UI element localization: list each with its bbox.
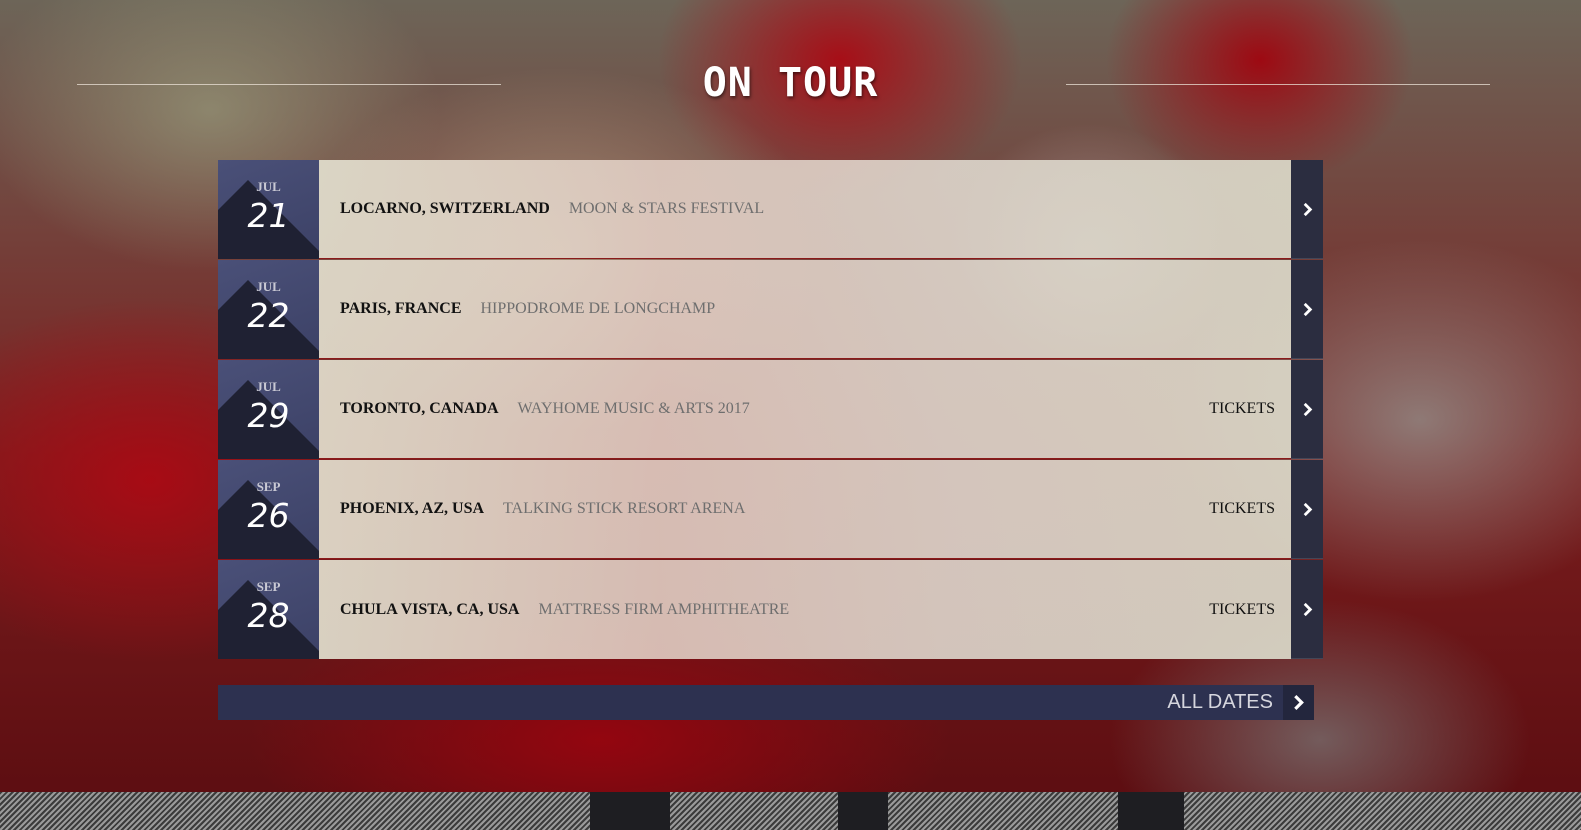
event-city: PARIS, FRANCE (340, 300, 462, 317)
event-info: CHULA VISTA, CA, USA MATTRESS FIRM AMPHI… (319, 560, 1291, 659)
tour-dates-list: JUL 21 LOCARNO, SWITZERLAND MOON & STARS… (218, 160, 1323, 660)
date-day: 28 (247, 596, 290, 635)
tour-date-row[interactable]: JUL 22 PARIS, FRANCE HIPPODROME DE LONGC… (218, 260, 1323, 359)
date-badge: SEP 28 (218, 560, 319, 659)
date-month: SEP (256, 479, 281, 494)
event-details-button[interactable] (1291, 560, 1323, 659)
event-venue: WAYHOME MUSIC & ARTS 2017 (517, 400, 750, 417)
section-header: ON TOUR (0, 58, 1581, 112)
title-divider-right (1066, 84, 1490, 85)
tour-date-row[interactable]: SEP 28 CHULA VISTA, CA, USA MATTRESS FIR… (218, 560, 1323, 659)
event-city: CHULA VISTA, CA, USA (340, 600, 520, 618)
chevron-right-icon (1303, 202, 1312, 216)
event-details-button[interactable] (1291, 260, 1323, 359)
date-month: JUL (256, 179, 281, 194)
tickets-link[interactable]: TICKETS (1209, 601, 1275, 619)
chevron-right-icon (1303, 602, 1312, 616)
event-city: LOCARNO, SWITZERLAND (340, 200, 550, 217)
event-city: TORONTO, CANADA (340, 400, 499, 417)
date-badge: SEP 26 (218, 460, 319, 559)
event-details-button[interactable] (1291, 360, 1323, 459)
all-dates-button[interactable]: ALL DATES (218, 685, 1314, 720)
date-badge: JUL 29 (218, 360, 319, 459)
event-details-button[interactable] (1291, 160, 1323, 259)
date-month: JUL (256, 279, 281, 294)
chevron-right-icon (1303, 302, 1312, 316)
event-info: TORONTO, CANADA WAYHOME MUSIC & ARTS 201… (319, 360, 1291, 459)
event-details-button[interactable] (1291, 460, 1323, 559)
tour-date-row[interactable]: JUL 21 LOCARNO, SWITZERLAND MOON & STARS… (218, 160, 1323, 259)
tour-date-row[interactable]: SEP 26 PHOENIX, AZ, USA TALKING STICK RE… (218, 460, 1323, 559)
date-day: 22 (247, 296, 290, 335)
date-day: 26 (247, 496, 290, 535)
event-venue: TALKING STICK RESORT ARENA (503, 500, 746, 517)
tour-date-row[interactable]: JUL 29 TORONTO, CANADA WAYHOME MUSIC & A… (218, 360, 1323, 459)
event-venue: HIPPODROME DE LONGCHAMP (480, 300, 716, 317)
event-venue: MOON & STARS FESTIVAL (568, 200, 765, 217)
event-info: PHOENIX, AZ, USA TALKING STICK RESORT AR… (319, 460, 1291, 559)
event-venue: MATTRESS FIRM AMPHITHEATRE (538, 600, 790, 618)
tickets-link[interactable]: TICKETS (1209, 500, 1275, 518)
event-city: PHOENIX, AZ, USA (340, 500, 485, 517)
all-dates-label: ALL DATES (1167, 691, 1273, 713)
date-month: SEP (256, 579, 281, 594)
date-badge: JUL 21 (218, 160, 319, 259)
date-day: 21 (247, 196, 290, 235)
tickets-link[interactable]: TICKETS (1209, 400, 1275, 418)
date-badge: JUL 22 (218, 260, 319, 359)
event-info: LOCARNO, SWITZERLAND MOON & STARS FESTIV… (319, 160, 1291, 259)
date-month: JUL (256, 379, 281, 394)
chevron-right-icon (1303, 502, 1312, 516)
event-info: PARIS, FRANCE HIPPODROME DE LONGCHAMP (319, 260, 1291, 359)
section-title: ON TOUR (702, 60, 879, 106)
bottom-pattern (0, 792, 1581, 830)
date-day: 29 (247, 396, 290, 435)
all-dates-arrow (1283, 685, 1314, 720)
chevron-right-icon (1294, 694, 1304, 711)
chevron-right-icon (1303, 402, 1312, 416)
